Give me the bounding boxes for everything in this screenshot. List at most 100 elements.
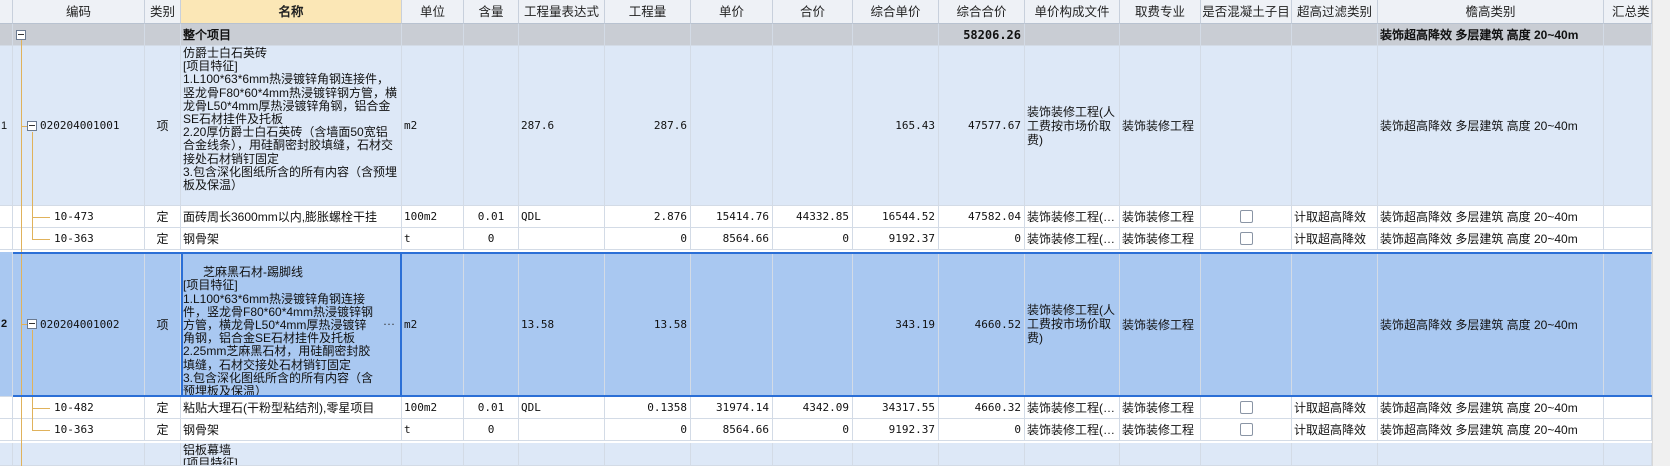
col-header-unit[interactable]: 单位 (402, 0, 464, 24)
quota-unit-price[interactable]: 8564.66 (691, 419, 773, 441)
item-qty[interactable]: 13.58 (605, 252, 691, 397)
quota-price-file[interactable]: 装饰装修工程(… (1025, 228, 1120, 250)
item-content[interactable] (464, 46, 519, 206)
quota-summary[interactable] (1604, 397, 1652, 419)
item-comp-total[interactable]: 47577.67 (939, 46, 1025, 206)
item-super-filter[interactable] (1292, 46, 1378, 206)
more-button[interactable]: ··· (383, 317, 395, 330)
quota-comp-total[interactable]: 47582.04 (939, 206, 1025, 228)
quota-comp-unit-price[interactable]: 34317.55 (853, 397, 939, 419)
collapse-toggle-icon[interactable] (27, 120, 37, 131)
col-header-total-price[interactable]: 合价 (773, 0, 853, 24)
quota-content[interactable]: 0 (464, 228, 519, 250)
item-qty[interactable]: 287.6 (605, 46, 691, 206)
quota-qty-expr[interactable] (519, 228, 605, 250)
col-header-unit-price[interactable]: 单价 (691, 0, 773, 24)
concrete-checkbox[interactable] (1239, 423, 1253, 436)
quota-row[interactable]: 10-363 定 钢骨架 t 0 0 8564.66 0 9192.37 0 装… (0, 228, 1652, 250)
quota-qty-expr[interactable]: QDL (519, 206, 605, 228)
item-row[interactable]: 1 020204001001 项 仿爵士白石英砖 [项目特征] 1.L100*6… (0, 46, 1652, 206)
quota-unit-price[interactable]: 31974.14 (691, 397, 773, 419)
item-price-file[interactable]: 装饰装修工程(人工费按市场价取费) (1025, 46, 1120, 206)
quota-comp-unit-price[interactable]: 16544.52 (853, 206, 939, 228)
concrete-checkbox[interactable] (1239, 401, 1253, 414)
quota-price-file[interactable]: 装饰装修工程(… (1025, 397, 1120, 419)
item-comp-unit-price[interactable]: 165.43 (853, 46, 939, 206)
item-total-price[interactable] (773, 252, 853, 397)
collapse-toggle-icon[interactable] (16, 29, 26, 40)
col-header-fee-major[interactable]: 取费专业 (1120, 0, 1201, 24)
quota-unit[interactable]: 100m2 (402, 206, 464, 228)
quota-content[interactable]: 0.01 (464, 206, 519, 228)
quota-name[interactable]: 钢骨架 (181, 228, 402, 250)
col-header-summary[interactable]: 汇总类 (1604, 0, 1652, 24)
item-eave-type[interactable]: 装饰超高降效 多层建筑 高度 20~40m (1378, 46, 1604, 206)
quota-super-filter[interactable]: 计取超高降效 (1292, 397, 1378, 419)
item-qty-expr[interactable]: 13.58 (519, 252, 605, 397)
item-eave-type[interactable]: 装饰超高降效 多层建筑 高度 20~40m (1378, 252, 1604, 397)
item-fee-major[interactable]: 装饰装修工程 (1120, 252, 1201, 397)
quota-comp-total[interactable]: 0 (939, 228, 1025, 250)
quota-total-price[interactable]: 0 (773, 228, 853, 250)
quota-qty[interactable]: 0 (605, 419, 691, 441)
quota-super-filter[interactable]: 计取超高降效 (1292, 206, 1378, 228)
quota-eave-type[interactable]: 装饰超高降效 多层建筑 高度 20~40m (1378, 419, 1604, 441)
quota-price-file[interactable]: 装饰装修工程(… (1025, 206, 1120, 228)
quota-summary[interactable] (1604, 228, 1652, 250)
quota-comp-unit-price[interactable]: 9192.37 (853, 419, 939, 441)
quota-super-filter[interactable]: 计取超高降效 (1292, 228, 1378, 250)
quota-unit[interactable]: t (402, 419, 464, 441)
quota-summary[interactable] (1604, 419, 1652, 441)
quota-fee-major[interactable]: 装饰装修工程 (1120, 206, 1201, 228)
quota-unit-price[interactable]: 15414.76 (691, 206, 773, 228)
item-super-filter[interactable] (1292, 252, 1378, 397)
quota-comp-total[interactable]: 0 (939, 419, 1025, 441)
col-header-content[interactable]: 含量 (464, 0, 519, 24)
col-header-super-filter[interactable]: 超高过滤类别 (1292, 0, 1378, 24)
item-name[interactable]: 仿爵士白石英砖 [项目特征] 1.L100*63*6mm热浸镀锌角钢连接件，竖龙… (181, 46, 402, 206)
item-unit-price[interactable] (691, 46, 773, 206)
item-fee-major[interactable]: 装饰装修工程 (1120, 46, 1201, 206)
col-header-qty[interactable]: 工程量 (605, 0, 691, 24)
quota-eave-type[interactable]: 装饰超高降效 多层建筑 高度 20~40m (1378, 228, 1604, 250)
item-summary[interactable] (1604, 46, 1652, 206)
quota-summary[interactable] (1604, 206, 1652, 228)
quota-fee-major[interactable]: 装饰装修工程 (1120, 419, 1201, 441)
quota-row[interactable]: 10-473 定 面砖周长3600mm以内,膨胀螺栓干挂 100m2 0.01 … (0, 206, 1652, 228)
item-summary[interactable] (1604, 252, 1652, 397)
quota-row[interactable]: 10-482 定 粘贴大理石(干粉型粘结剂),零星项目 100m2 0.01 Q… (0, 397, 1652, 419)
col-header-eave-type[interactable]: 檐高类别 (1378, 0, 1604, 24)
concrete-checkbox[interactable] (1239, 210, 1253, 223)
item-row-partial[interactable]: 铝板幕墙 [项目特征] (0, 443, 1652, 466)
quota-content[interactable]: 0 (464, 419, 519, 441)
col-header-code[interactable]: 编码 (13, 0, 145, 24)
quota-eave-type[interactable]: 装饰超高降效 多层建筑 高度 20~40m (1378, 397, 1604, 419)
quota-qty[interactable]: 2.876 (605, 206, 691, 228)
quota-eave-type[interactable]: 装饰超高降效 多层建筑 高度 20~40m (1378, 206, 1604, 228)
quota-qty[interactable]: 0.1358 (605, 397, 691, 419)
quota-name[interactable]: 面砖周长3600mm以内,膨胀螺栓干挂 (181, 206, 402, 228)
quota-name[interactable]: 粘贴大理石(干粉型粘结剂),零星项目 (181, 397, 402, 419)
quota-unit[interactable]: 100m2 (402, 397, 464, 419)
col-header-comp-unit-price[interactable]: 综合单价 (853, 0, 939, 24)
item-content[interactable] (464, 252, 519, 397)
col-header-concrete-sub[interactable]: 是否混凝土子目 (1201, 0, 1292, 24)
quota-comp-total[interactable]: 4660.32 (939, 397, 1025, 419)
item-unit-price[interactable] (691, 252, 773, 397)
quota-fee-major[interactable]: 装饰装修工程 (1120, 228, 1201, 250)
project-row[interactable]: 整个项目 58206.26 装饰超高降效 多层建筑 高度 20~40m (0, 24, 1652, 46)
item-name[interactable]: 芝麻黑石材-踢脚线 [项目特征] 1.L100*63*6mm热浸镀锌角钢连接件，… (181, 252, 402, 397)
quota-fee-major[interactable]: 装饰装修工程 (1120, 397, 1201, 419)
quota-row[interactable]: 10-363 定 钢骨架 t 0 0 8564.66 0 9192.37 0 装… (0, 419, 1652, 441)
col-header-comp-total[interactable]: 综合合价 (939, 0, 1025, 24)
item-unit[interactable]: m2 (402, 252, 464, 397)
quota-unit-price[interactable]: 8564.66 (691, 228, 773, 250)
item-row-selected[interactable]: 2 020204001002 项 芝麻黑石材-踢脚线 [项目特征] 1.L100… (0, 252, 1652, 397)
item-comp-total[interactable]: 4660.52 (939, 252, 1025, 397)
quota-price-file[interactable]: 装饰装修工程(… (1025, 419, 1120, 441)
col-header-qty-expr[interactable]: 工程量表达式 (519, 0, 605, 24)
quota-total-price[interactable]: 0 (773, 419, 853, 441)
item-unit[interactable]: m2 (402, 46, 464, 206)
item-total-price[interactable] (773, 46, 853, 206)
item-concrete-sub[interactable] (1201, 46, 1292, 206)
